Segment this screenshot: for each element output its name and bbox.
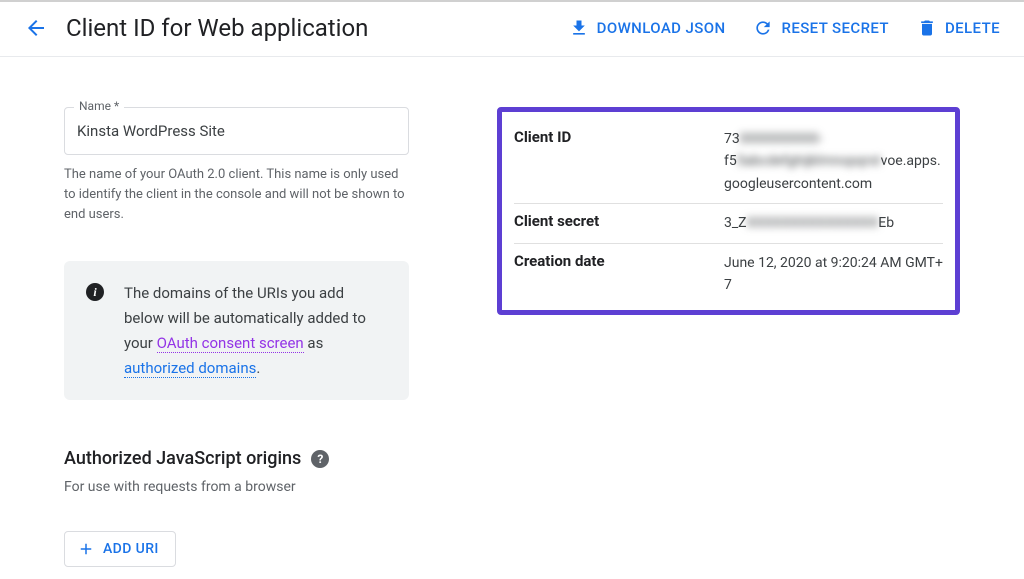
trash-icon (917, 18, 937, 38)
download-label: DOWNLOAD JSON (597, 19, 726, 37)
download-json-button[interactable]: DOWNLOAD JSON (569, 18, 726, 38)
name-field-label: Name * (74, 99, 124, 113)
add-uri-button[interactable]: ADD URI (64, 531, 176, 567)
js-origins-subtitle: For use with requests from a browser (64, 479, 409, 495)
client-id-row: Client ID 730000000000- f55abcdefghijklm… (514, 120, 943, 204)
info-icon-wrap: i (86, 281, 104, 380)
authorized-domains-link[interactable]: authorized domains (124, 359, 256, 378)
info-box: i The domains of the URIs you add below … (64, 261, 409, 400)
plus-icon (77, 540, 95, 558)
client-secret-value: 3_ZXXXXXXXXXXXXXXXEb (724, 212, 894, 234)
info-text: The domains of the URIs you add below wi… (124, 281, 387, 380)
delete-label: DELETE (945, 19, 1000, 37)
name-helper-text: The name of your OAuth 2.0 client. This … (64, 165, 409, 225)
back-button[interactable] (24, 16, 48, 40)
left-column: Name * The name of your OAuth 2.0 client… (64, 107, 409, 567)
client-id-label: Client ID (514, 128, 724, 195)
content-area: Name * The name of your OAuth 2.0 client… (0, 57, 1024, 567)
creation-date-value: June 12, 2020 at 9:20:24 AM GMT+7 (724, 252, 943, 297)
refresh-icon (753, 18, 773, 38)
creation-date-label: Creation date (514, 252, 724, 297)
arrow-back-icon (24, 16, 48, 40)
page-header: Client ID for Web application DOWNLOAD J… (0, 0, 1024, 57)
page-title: Client ID for Web application (66, 14, 569, 42)
name-input[interactable] (64, 107, 409, 155)
name-field-wrapper: Name * (64, 107, 409, 155)
download-icon (569, 18, 589, 38)
js-origins-title: Authorized JavaScript origins (64, 448, 301, 469)
js-origins-heading: Authorized JavaScript origins ? (64, 448, 409, 469)
help-icon[interactable]: ? (311, 450, 329, 468)
add-uri-label: ADD URI (103, 541, 159, 557)
client-secret-row: Client secret 3_ZXXXXXXXXXXXXXXXEb (514, 204, 943, 243)
header-actions: DOWNLOAD JSON RESET SECRET DELETE (569, 18, 1000, 38)
credentials-box: Client ID 730000000000- f55abcdefghijklm… (497, 107, 960, 315)
creation-date-row: Creation date June 12, 2020 at 9:20:24 A… (514, 244, 943, 299)
client-id-value: 730000000000- f55abcdefghijklmnopqrstvoe… (724, 128, 943, 195)
reset-label: RESET SECRET (781, 19, 889, 37)
delete-button[interactable]: DELETE (917, 18, 1000, 38)
right-column: Client ID 730000000000- f55abcdefghijklm… (497, 107, 960, 567)
client-secret-label: Client secret (514, 212, 724, 234)
oauth-consent-link[interactable]: OAuth consent screen (157, 334, 304, 353)
reset-secret-button[interactable]: RESET SECRET (753, 18, 889, 38)
info-icon: i (86, 283, 104, 301)
